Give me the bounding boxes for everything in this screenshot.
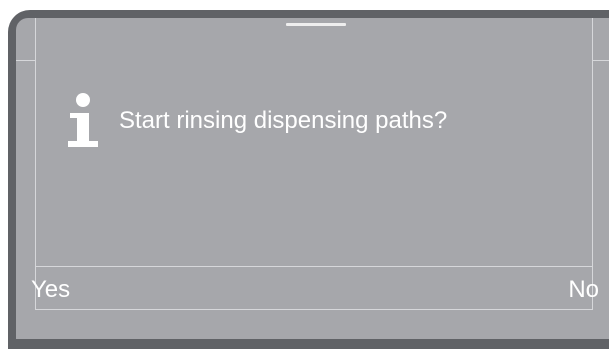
- right-side-tick: [592, 60, 609, 61]
- no-button[interactable]: No: [568, 269, 599, 311]
- display-screen: Start rinsing dispensing paths? Yes No: [16, 18, 609, 339]
- bottom-frame-line: [35, 309, 593, 310]
- info-icon: [68, 93, 98, 147]
- softkey-divider: [35, 266, 593, 267]
- page-indicator: [286, 23, 346, 26]
- yes-button[interactable]: Yes: [31, 269, 70, 311]
- dialog-message: Start rinsing dispensing paths?: [119, 107, 448, 134]
- left-side-tick: [16, 60, 35, 61]
